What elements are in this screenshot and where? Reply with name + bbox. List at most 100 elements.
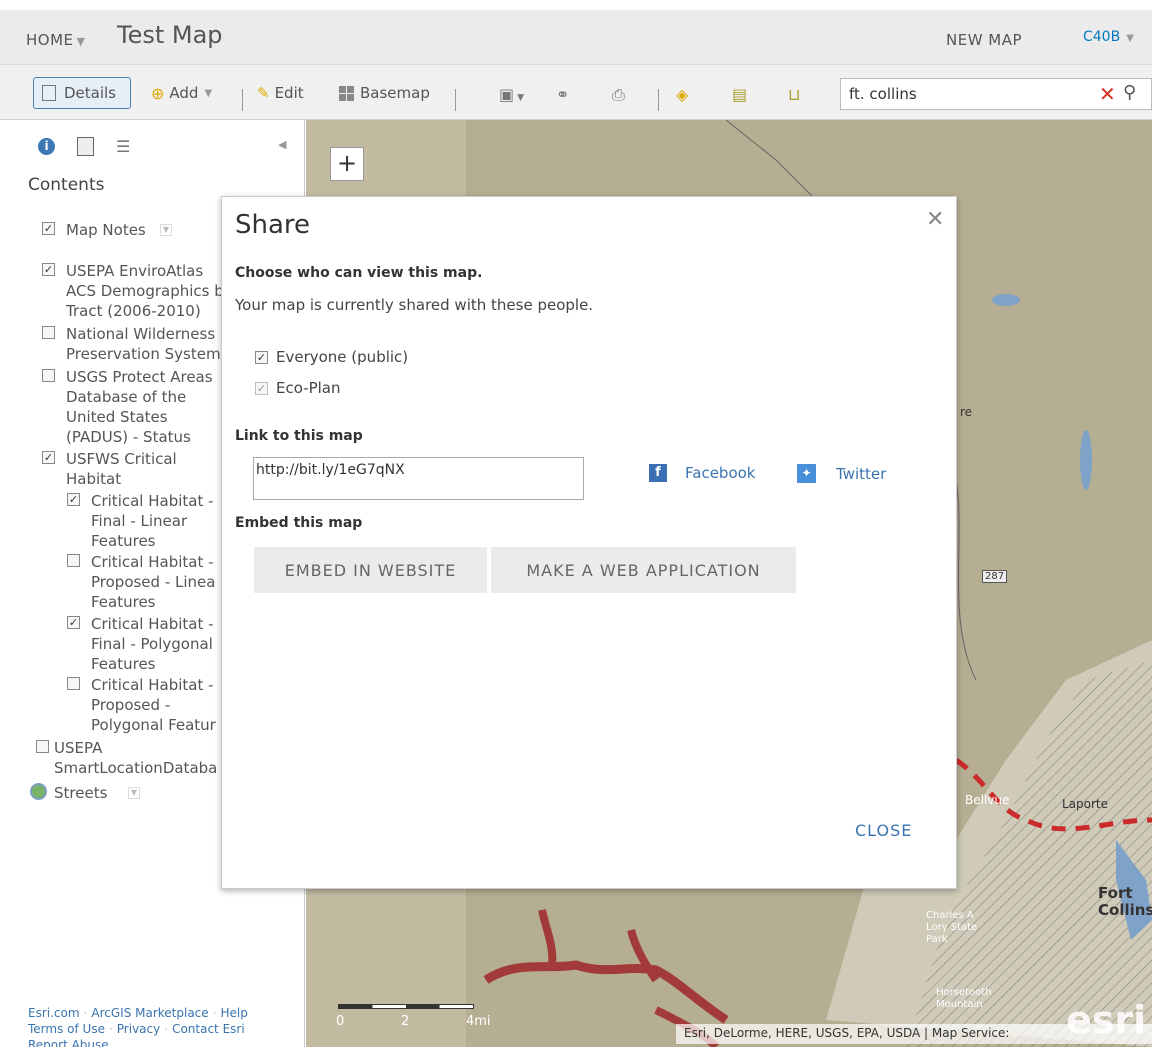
lake: [1080, 430, 1092, 490]
home-menu[interactable]: HOME ▼: [26, 31, 85, 49]
layer-checkbox[interactable]: [67, 616, 80, 629]
layer-checkbox[interactable]: [36, 740, 49, 753]
measure-icon[interactable]: ▤: [732, 85, 747, 104]
share-dialog: Share ✕ Choose who can view this map. Yo…: [221, 196, 957, 889]
scale-bar: 0 2 4mi: [336, 994, 491, 1039]
layer-checkbox[interactable]: [42, 369, 55, 382]
link-icon[interactable]: ⚭: [556, 85, 569, 104]
footer-link-marketplace[interactable]: ArcGIS Marketplace: [91, 1006, 208, 1020]
layer-label: Critical Habitat - Final - Linear Featur…: [91, 492, 214, 550]
who-description: Your map is currently shared with these …: [235, 296, 594, 314]
facebook-label[interactable]: Facebook: [685, 464, 755, 482]
everyone-checkbox[interactable]: [255, 350, 268, 364]
details-label: Details: [64, 84, 117, 102]
bookmark-icon[interactable]: ⊔: [788, 85, 800, 104]
user-menu[interactable]: C40B ▼: [1083, 29, 1134, 45]
link-heading: Link to this map: [235, 428, 363, 444]
pencil-icon: ✎: [257, 84, 270, 102]
details-button[interactable]: Details: [33, 77, 131, 109]
search-icon[interactable]: ⚲: [1123, 82, 1136, 103]
add-label: Add: [169, 84, 199, 102]
dialog-title: Share: [235, 210, 311, 240]
layer-checkbox[interactable]: [42, 326, 55, 339]
details-icon: [42, 85, 56, 101]
add-button[interactable]: ⊕ Add ▼: [151, 77, 212, 109]
lake: [992, 294, 1020, 306]
basemap-button[interactable]: Basemap: [339, 77, 430, 109]
toolbar: Details ⊕ Add ▼ ✎ Edit Basemap ▣ ▼ ⚭ ⎙ ◈ …: [0, 65, 1152, 120]
legend-icon[interactable]: ☰: [116, 137, 130, 156]
close-button[interactable]: CLOSE: [855, 821, 912, 840]
layer-checkbox[interactable]: [42, 222, 55, 235]
twitter-icon[interactable]: ✦: [797, 464, 816, 483]
layer-options-icon[interactable]: ▼: [128, 787, 140, 799]
scale-label: 2: [401, 1014, 410, 1029]
layer-checkbox[interactable]: [42, 451, 55, 464]
layer-checkbox[interactable]: [67, 493, 80, 506]
esri-logo[interactable]: esri: [1066, 998, 1146, 1042]
facebook-icon[interactable]: f: [649, 464, 667, 482]
add-layer-icon: ⊕: [151, 83, 165, 103]
user-label[interactable]: C40B: [1083, 29, 1120, 45]
facebook-share[interactable]: f Facebook: [649, 464, 755, 482]
save-icon[interactable]: ▣ ▼: [499, 85, 524, 104]
scale-label: 0: [336, 1014, 345, 1029]
embed-heading: Embed this map: [235, 515, 363, 531]
basemap-layer-item[interactable]: Streets ▼: [0, 783, 200, 805]
layer-checkbox[interactable]: [67, 554, 80, 567]
layer-label: National Wilderness Preservation System: [66, 325, 221, 363]
share-option-group[interactable]: Eco-Plan: [255, 379, 341, 397]
twitter-share[interactable]: ✦ Twitter: [797, 464, 886, 483]
layer-label: USGS Protect Areas Database of the Unite…: [66, 368, 213, 446]
basemap-label: Basemap: [360, 84, 430, 102]
layer-label: Critical Habitat - Proposed - Polygonal …: [91, 676, 216, 734]
footer-link-privacy[interactable]: Privacy: [117, 1022, 160, 1036]
layer-label: USFWS Critical Habitat: [66, 450, 177, 488]
globe-icon: [30, 783, 47, 800]
search-input[interactable]: [849, 85, 1089, 103]
collapse-panel-icon[interactable]: ◀: [278, 138, 286, 151]
print-icon[interactable]: ⎙: [612, 85, 625, 105]
make-web-app-button[interactable]: MAKE A WEB APPLICATION: [491, 547, 796, 593]
footer-link-help[interactable]: Help: [220, 1006, 247, 1020]
footer-links: Esri.com · ArcGIS Marketplace · Help Terms o…: [28, 1005, 298, 1047]
place-label-bellvue: Bellvue: [965, 793, 1010, 807]
content-icon[interactable]: [77, 137, 94, 156]
twitter-label[interactable]: Twitter: [836, 465, 886, 483]
link-field[interactable]: http://bit.ly/1eG7qNX: [253, 457, 584, 500]
footer-link-report-abuse[interactable]: Report Abuse: [28, 1038, 109, 1047]
new-map-link[interactable]: NEW MAP: [946, 31, 1022, 49]
footer-link-esri[interactable]: Esri.com: [28, 1006, 80, 1020]
share-option-everyone[interactable]: Everyone (public): [255, 348, 408, 366]
search-box: ✕ ⚲: [840, 78, 1152, 110]
who-heading: Choose who can view this map.: [235, 265, 483, 281]
info-icon[interactable]: i: [38, 138, 55, 155]
toolbar-divider: [242, 89, 243, 111]
footer-link-contact[interactable]: Contact Esri: [172, 1022, 245, 1036]
place-label-fort-collins: Fort Collins: [1098, 884, 1152, 919]
directions-icon[interactable]: ◈: [676, 85, 688, 104]
edit-button[interactable]: ✎ Edit: [257, 77, 304, 109]
clear-search-icon[interactable]: ✕: [1099, 82, 1116, 106]
layer-checkbox[interactable]: [67, 677, 80, 690]
chevron-down-icon[interactable]: ▼: [77, 35, 86, 48]
everyone-label: Everyone (public): [276, 348, 409, 366]
scale-bar-graphic: [338, 1004, 474, 1009]
toolbar-divider: [658, 89, 659, 111]
layer-checkbox[interactable]: [42, 263, 55, 276]
app-window: HOME ▼ Test Map NEW MAP C40B ▼ Details ⊕ A…: [0, 10, 1152, 1047]
embed-website-button[interactable]: EMBED IN WEBSITE: [254, 547, 487, 593]
chevron-down-icon[interactable]: ▼: [1126, 33, 1134, 44]
footer-link-terms[interactable]: Terms of Use: [28, 1022, 105, 1036]
layer-label: USEPA EnviroAtlas ACS Demographics b Tra…: [66, 262, 224, 320]
zoom-in-button[interactable]: +: [330, 147, 364, 181]
layer-label: Map Notes: [66, 221, 146, 239]
layer-label: USEPA SmartLocationDataba: [54, 739, 218, 777]
layer-label: Critical Habitat - Final - Polygonal Fea…: [91, 615, 214, 673]
layer-options-icon[interactable]: ▼: [160, 224, 172, 236]
group-checkbox[interactable]: [255, 381, 268, 395]
home-label[interactable]: HOME: [26, 31, 74, 49]
place-label-lory-park: Charles A Lory State Park: [926, 910, 978, 945]
toolbar-divider: [455, 89, 456, 111]
close-icon[interactable]: ✕: [926, 207, 944, 232]
